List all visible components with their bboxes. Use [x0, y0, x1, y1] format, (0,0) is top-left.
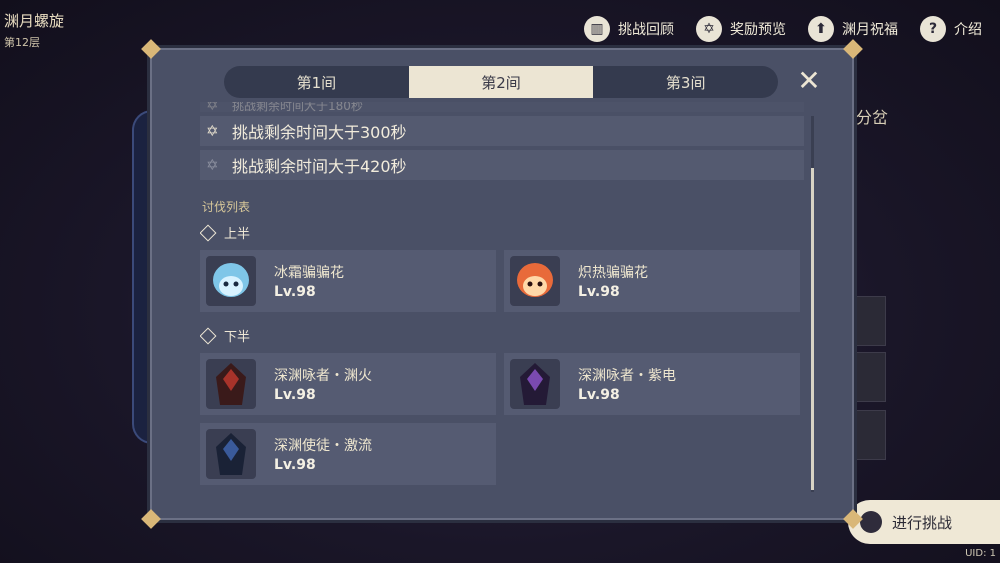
uid-label: UID: 1: [965, 548, 996, 559]
start-challenge-button[interactable]: 进行挑战: [848, 500, 1000, 544]
second-half-enemies: 深渊咏者・渊火 Lv.98 深渊咏者・紫电 Lv.98 深渊使徒・激流 Lv.9…: [200, 353, 804, 485]
enemy-portrait: [206, 359, 256, 409]
enemy-portrait: [510, 256, 560, 306]
nav-label: 渊月祝福: [842, 22, 898, 38]
enemy-level: Lv.98: [578, 387, 620, 403]
star-icon: ✡: [206, 156, 219, 174]
help-icon: ?: [920, 16, 946, 42]
enemy-name: 深渊使徒・激流: [274, 438, 372, 454]
nav-label: 介绍: [954, 22, 982, 38]
enemy-card[interactable]: 冰霜骗骗花 Lv.98: [200, 250, 496, 312]
enemy-card[interactable]: 深渊咏者・渊火 Lv.98: [200, 353, 496, 415]
star-badge-icon: ✡: [696, 16, 722, 42]
enemy-name: 深渊咏者・渊火: [274, 368, 372, 384]
challenge-icon: [860, 511, 882, 533]
half-label: 上半: [224, 227, 251, 242]
condition-row: ✡ 挑战剩余时间大于420秒: [200, 150, 804, 180]
top-nav: ▥ 挑战回顾 ✡ 奖励预览 ⬆ 渊月祝福 ? 介绍: [584, 16, 982, 42]
blessing-icon: ⬆: [808, 16, 834, 42]
nav-blessing[interactable]: ⬆ 渊月祝福: [808, 16, 898, 42]
nav-challenge-review[interactable]: ▥ 挑战回顾: [584, 16, 674, 42]
enemy-level: Lv.98: [578, 284, 620, 300]
chamber-tabs: 第1间 第2间 第3间: [224, 66, 778, 98]
condition-text: 挑战剩余时间大于300秒: [232, 123, 407, 142]
condition-row: ✡ 挑战剩余时间大于180秒: [200, 102, 804, 114]
enemy-list-title: 讨伐列表: [202, 200, 251, 214]
enemy-card[interactable]: 深渊使徒・激流 Lv.98: [200, 423, 496, 485]
branch-label: 分岔: [855, 108, 888, 127]
app-title: 渊月螺旋: [4, 12, 65, 30]
corner-ornament: [843, 39, 863, 59]
half-label: 下半: [224, 330, 251, 345]
star-icon: ✡: [206, 122, 219, 140]
challenge-label: 进行挑战: [892, 513, 953, 532]
corner-ornament: [141, 39, 161, 59]
chamber-content: ✡ 挑战剩余时间大于180秒 ✡ 挑战剩余时间大于300秒 ✡ 挑战剩余时间大于…: [200, 102, 804, 512]
condition-text: 挑战剩余时间大于420秒: [232, 157, 407, 176]
first-half-enemies: 冰霜骗骗花 Lv.98 炽热骗骗花 Lv.98: [200, 250, 804, 312]
nav-reward-preview[interactable]: ✡ 奖励预览: [696, 16, 786, 42]
abyss-lector-fire-icon: [216, 363, 246, 405]
enemy-level: Lv.98: [274, 387, 316, 403]
cryo-flower-icon: [213, 263, 249, 297]
condition-row: ✡ 挑战剩余时间大于300秒: [200, 116, 804, 146]
enemy-name: 炽热骗骗花: [578, 265, 648, 281]
tab-chamber-3[interactable]: 第3间: [593, 66, 778, 98]
enemy-portrait: [206, 256, 256, 306]
enemy-name: 冰霜骗骗花: [274, 265, 344, 281]
abyss-lector-electro-icon: [520, 363, 550, 405]
first-half-header: 上半: [200, 223, 804, 242]
enemy-portrait: [206, 429, 256, 479]
enemy-card[interactable]: 炽热骗骗花 Lv.98: [504, 250, 800, 312]
pyro-flower-icon: [517, 263, 553, 297]
enemy-level: Lv.98: [274, 284, 316, 300]
enemy-level: Lv.98: [274, 457, 316, 473]
enemy-portrait: [510, 359, 560, 409]
diamond-icon: [200, 327, 217, 344]
book-icon: ▥: [584, 16, 610, 42]
nav-label: 挑战回顾: [618, 22, 674, 38]
second-half-header: 下半: [200, 326, 804, 345]
scrollbar[interactable]: [811, 116, 814, 492]
tab-chamber-2[interactable]: 第2间: [408, 66, 594, 98]
close-icon[interactable]: ✕: [796, 67, 822, 95]
condition-text: 挑战剩余时间大于180秒: [232, 102, 363, 113]
nav-intro[interactable]: ? 介绍: [920, 16, 982, 42]
enemy-card[interactable]: 深渊咏者・紫电 Lv.98: [504, 353, 800, 415]
tab-chamber-1[interactable]: 第1间: [224, 66, 409, 98]
star-icon: ✡: [206, 102, 219, 114]
diamond-icon: [200, 224, 217, 241]
scrollbar-thumb[interactable]: [811, 168, 814, 490]
corner-ornament: [141, 509, 161, 529]
chamber-details-dialog: 第1间 第2间 第3间 ✕ ✡ 挑战剩余时间大于180秒 ✡ 挑战剩余时间大于3…: [141, 39, 863, 529]
floor-label: 第12层: [4, 36, 40, 49]
nav-label: 奖励预览: [730, 22, 786, 38]
abyss-herald-hydro-icon: [216, 433, 246, 475]
enemy-name: 深渊咏者・紫电: [578, 368, 676, 384]
